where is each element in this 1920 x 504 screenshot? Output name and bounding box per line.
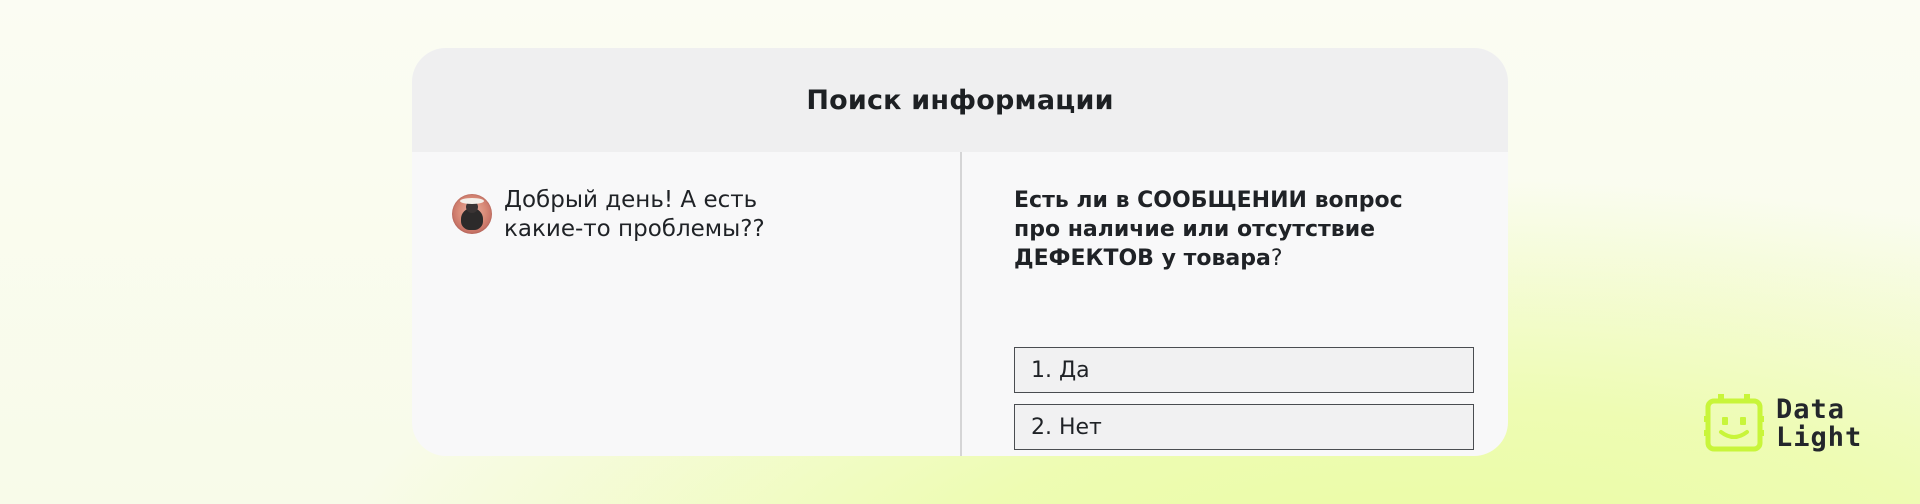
user-avatar (452, 194, 492, 234)
question-text: Есть ли в СООБЩЕНИИ вопрос про наличие и… (1014, 186, 1434, 273)
chat-message: Добрый день! А есть какие-то проблемы?? (504, 186, 804, 244)
logo-wordmark: Data Light (1776, 396, 1862, 452)
answer-option-no[interactable]: 2. Нет (1014, 404, 1474, 450)
question-line: про наличие или отсутствие (1014, 217, 1376, 242)
chat-pane: Добрый день! А есть какие-то проблемы?? (412, 152, 960, 456)
logo-line: Light (1776, 422, 1863, 453)
question-line: ДЕФЕКТОВ у товара (1014, 246, 1271, 271)
chat-message-line: Добрый день! А есть (504, 187, 758, 213)
card-title: Поиск информации (806, 84, 1114, 116)
avatar-figure-hat (460, 198, 484, 204)
question-pane: Есть ли в СООБЩЕНИИ вопрос про наличие и… (962, 152, 1508, 456)
logo-line: Data (1776, 394, 1846, 425)
chat-message-line: какие-то проблемы?? (504, 216, 765, 242)
datalight-logo: Data Light (1704, 392, 1874, 456)
question-line: Есть ли в СООБЩЕНИИ вопрос (1014, 188, 1403, 213)
card-header: Поиск информации (412, 48, 1508, 152)
answer-option-yes[interactable]: 1. Да (1014, 347, 1474, 393)
robot-face-icon (1704, 394, 1764, 452)
question-mark: ? (1270, 246, 1283, 271)
info-search-card: Поиск информации Добрый день! А есть как… (412, 48, 1508, 456)
